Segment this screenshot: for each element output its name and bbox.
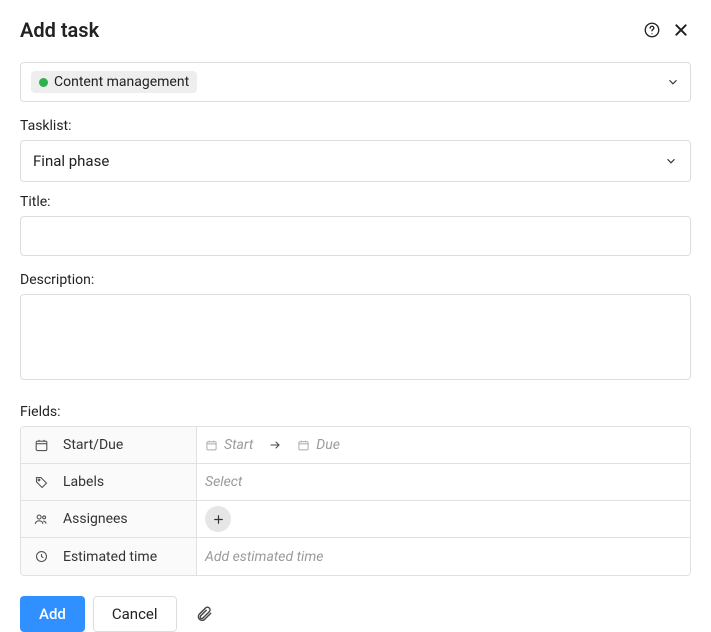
start-placeholder: Start (224, 437, 253, 453)
title-input[interactable] (20, 216, 691, 256)
calendar-icon (297, 439, 310, 452)
tasklist-value: Final phase (33, 152, 109, 170)
field-row-estimated: Estimated time Add estimated time (21, 538, 690, 575)
title-label: Title: (20, 194, 691, 210)
fields-table: Start/Due Start (20, 426, 691, 576)
people-icon (33, 512, 49, 527)
close-icon[interactable] (671, 20, 691, 40)
arrow-right-icon (267, 439, 283, 451)
project-select[interactable]: Content management (20, 62, 691, 102)
field-row-label-text: Labels (63, 474, 104, 490)
cancel-button[interactable]: Cancel (93, 596, 177, 632)
status-dot-icon (39, 78, 48, 87)
field-row-assignees: Assignees (21, 501, 690, 538)
description-label: Description: (20, 272, 691, 288)
tasklist-label: Tasklist: (20, 118, 691, 134)
tag-icon (33, 475, 49, 490)
field-row-labels: Labels Select (21, 464, 690, 501)
startdue-value[interactable]: Start Due (197, 427, 690, 463)
field-row-label-text: Estimated time (63, 549, 157, 565)
assignees-value (197, 501, 690, 537)
chevron-down-icon (666, 75, 680, 89)
help-icon[interactable] (641, 19, 663, 41)
project-chip-label: Content management (54, 74, 189, 90)
fields-label: Fields: (20, 404, 691, 420)
field-row-label-text: Start/Due (63, 437, 123, 453)
labels-placeholder: Select (205, 474, 242, 490)
labels-value[interactable]: Select (197, 464, 690, 500)
clock-icon (33, 549, 49, 564)
description-input[interactable] (20, 294, 691, 380)
field-row-startdue: Start/Due Start (21, 427, 690, 464)
add-button[interactable]: Add (20, 596, 85, 632)
chevron-down-icon (664, 154, 678, 168)
field-row-label-text: Assignees (63, 511, 128, 527)
calendar-icon (205, 439, 218, 452)
estimated-placeholder: Add estimated time (205, 549, 323, 565)
due-placeholder: Due (316, 437, 340, 453)
calendar-icon (33, 438, 49, 453)
project-chip: Content management (31, 71, 197, 93)
page-title: Add task (20, 18, 99, 42)
add-assignee-button[interactable] (205, 506, 231, 532)
tasklist-select[interactable]: Final phase (20, 140, 691, 182)
attachment-icon[interactable] (195, 605, 213, 623)
estimated-value[interactable]: Add estimated time (197, 538, 690, 575)
